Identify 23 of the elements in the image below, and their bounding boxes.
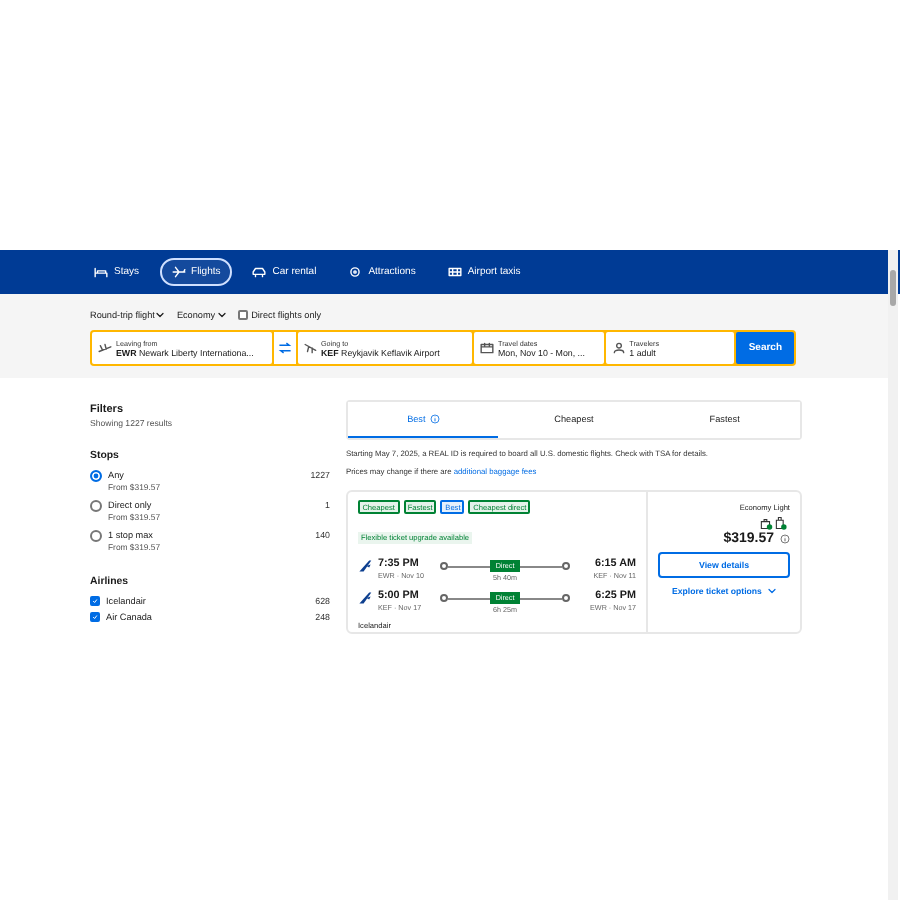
info-icon[interactable] (780, 534, 790, 544)
airplane-landing-icon (303, 342, 317, 354)
checkbox[interactable] (237, 309, 248, 319)
chevron-icon[interactable] (156, 311, 165, 317)
calendar-icon (480, 342, 495, 354)
airplane-takeoff-icon (98, 342, 112, 354)
checkbox[interactable] (90, 612, 100, 622)
checkbox[interactable] (90, 596, 100, 606)
info-icon[interactable] (429, 414, 440, 424)
luggage-icon (760, 516, 790, 530)
car-icon[interactable] (252, 266, 267, 278)
swap-button[interactable] (273, 332, 295, 364)
bed-icon[interactable] (94, 266, 108, 278)
radio-button[interactable] (90, 470, 102, 482)
person-icon (611, 342, 626, 354)
swap-icon[interactable] (277, 342, 291, 354)
airline-logo-icon (358, 558, 372, 575)
chevron-icon[interactable] (217, 311, 226, 317)
airplane-icon[interactable] (171, 266, 186, 278)
radio-button[interactable] (90, 530, 102, 542)
radio-button[interactable] (90, 500, 102, 512)
airline-logo-icon (358, 590, 372, 607)
scrollbar[interactable] (888, 250, 898, 900)
